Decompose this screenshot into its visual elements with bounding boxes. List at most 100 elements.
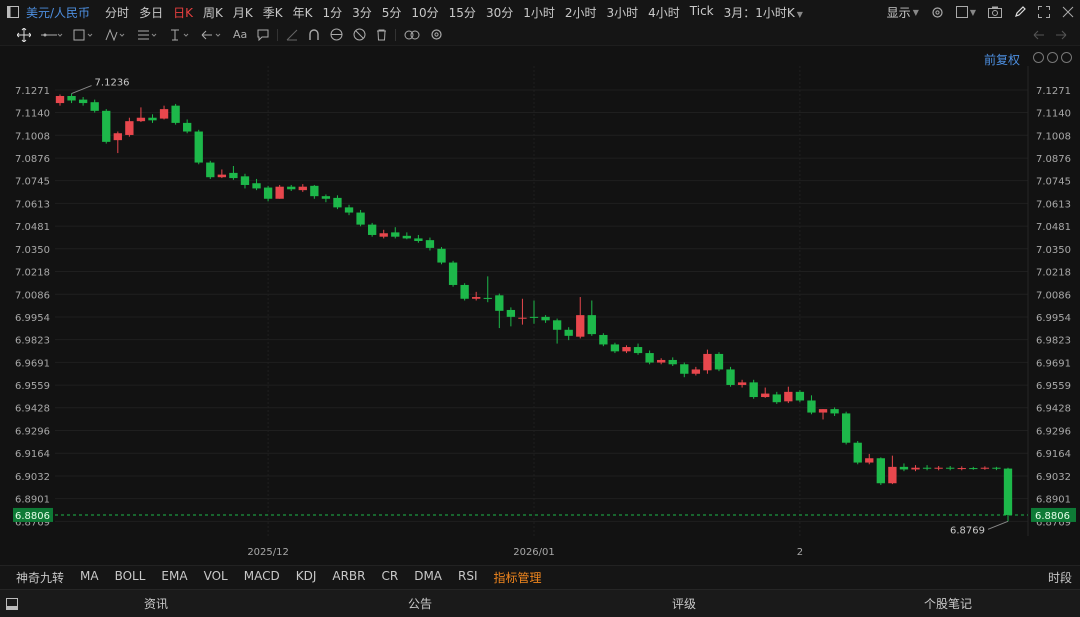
candle-body	[980, 467, 990, 469]
x-tick-label: 2026/01	[513, 547, 555, 558]
x-tick-label: 2025/12	[247, 547, 289, 558]
period-tab[interactable]: 30分	[481, 4, 518, 21]
chevron-down-icon: ▼	[969, 7, 976, 17]
y-tick-label-right: 7.0218	[1036, 268, 1071, 279]
y-tick-label-right: 7.0086	[1036, 290, 1071, 301]
comment-icon[interactable]	[252, 29, 274, 41]
candle-body	[529, 316, 539, 318]
adjust-mode-button[interactable]: 前复权	[984, 51, 1020, 68]
period-select-label: 3月：1小时K	[723, 5, 795, 20]
rect-tool-icon[interactable]	[68, 29, 100, 41]
pitchfork-tool-icon[interactable]	[164, 29, 196, 41]
reset-icon[interactable]	[1033, 52, 1044, 63]
bottom-tab[interactable]: 公告	[288, 595, 552, 612]
indicator-item[interactable]: DMA	[406, 569, 450, 586]
indicator-item[interactable]: EMA	[153, 569, 195, 586]
display-menu[interactable]: 显示 ▼	[881, 4, 925, 21]
indicator-item[interactable]: VOL	[196, 569, 236, 586]
fullscreen-icon[interactable]	[1032, 6, 1056, 18]
candle-body	[472, 297, 481, 299]
candle-body	[668, 359, 677, 365]
panel-toggle-icon[interactable]	[0, 597, 24, 610]
period-tab[interactable]: 季K	[258, 4, 288, 21]
indicator-item[interactable]: KDJ	[288, 569, 325, 586]
period-tab[interactable]: 2小时	[560, 4, 602, 21]
link-icon[interactable]	[399, 30, 425, 40]
candle-body	[206, 162, 215, 178]
candle-body	[818, 409, 828, 413]
symbol-title[interactable]: 美元/人民币	[26, 4, 90, 21]
y-tick-label-right: 6.8901	[1036, 495, 1071, 506]
y-tick-label-left: 7.1140	[15, 109, 50, 120]
zoom-out-icon[interactable]	[1047, 52, 1058, 63]
candle-body	[737, 382, 747, 385]
indicator-item[interactable]: MACD	[236, 569, 288, 586]
ruler-icon[interactable]	[281, 29, 303, 41]
y-tick-label-right: 6.9691	[1036, 358, 1071, 369]
indicator-item[interactable]: 神奇九转	[0, 569, 72, 586]
candle-body	[344, 207, 354, 213]
period-select[interactable]: 3月：1小时K ▼	[719, 4, 808, 21]
indicator-item[interactable]: MA	[72, 569, 107, 586]
period-tab[interactable]: 分时	[100, 4, 134, 21]
period-tab[interactable]: 多日	[134, 4, 168, 21]
bottom-tab[interactable]: 资讯	[24, 595, 288, 612]
last-price-label-right: 6.8806	[1035, 511, 1070, 522]
candle-body	[240, 176, 250, 185]
bottom-tab[interactable]: 个股笔记	[816, 595, 1080, 612]
y-tick-label-right: 6.9823	[1036, 336, 1071, 347]
arrow-left-icon[interactable]	[1028, 30, 1050, 40]
expand-icon[interactable]	[1056, 6, 1080, 18]
period-tab[interactable]: 3分	[347, 4, 377, 21]
period-tab[interactable]: 10分	[406, 4, 443, 21]
top-toolbar: 美元/人民币 分时 多日 日K 周K 月K 季K 年K 1分 3分 5分 10分 15分 30分 1小时 2…	[0, 0, 1080, 24]
hide-icon[interactable]	[348, 28, 371, 41]
arrow-tool-icon[interactable]	[196, 29, 228, 41]
period-tab[interactable]: 4小时	[643, 4, 685, 21]
candle-body	[298, 186, 307, 191]
period-tab[interactable]: 3小时	[602, 4, 644, 21]
settings-icon[interactable]	[925, 6, 950, 19]
layout-icon[interactable]: ▼	[950, 6, 982, 18]
text-tool-icon[interactable]: Aa	[228, 28, 252, 41]
indicator-item[interactable]: BOLL	[107, 569, 154, 586]
magnet-icon[interactable]	[303, 28, 325, 41]
divider	[395, 28, 397, 41]
timeframe-button[interactable]: 时段	[1048, 569, 1072, 586]
period-tab[interactable]: 5分	[377, 4, 407, 21]
arrow-right-icon[interactable]	[1050, 30, 1072, 40]
candle-body	[853, 442, 862, 463]
candle-body	[911, 467, 920, 470]
y-tick-label-right: 7.1140	[1036, 109, 1071, 120]
period-tab[interactable]: 周K	[198, 4, 228, 21]
candle-body	[67, 96, 76, 101]
period-tab[interactable]: 月K	[228, 4, 258, 21]
zoom-in-icon[interactable]	[1061, 52, 1072, 63]
line-tool-icon[interactable]	[36, 30, 68, 40]
y-tick-label-left: 7.0745	[15, 177, 50, 188]
period-tab[interactable]: 15分	[444, 4, 481, 21]
fibonacci-tool-icon[interactable]	[132, 29, 164, 41]
kline-chart[interactable]: 前复权 7.1271 7.1271 7.1140 7.1140 7.1008 7.1008…	[0, 46, 1080, 565]
candle-body	[252, 183, 261, 189]
move-icon[interactable]	[12, 27, 36, 42]
indicator-item[interactable]: RSI	[450, 569, 486, 586]
period-tab[interactable]: 1小时	[518, 4, 560, 21]
period-tab[interactable]: 1分	[317, 4, 347, 21]
bottom-tab[interactable]: 评级	[552, 595, 816, 612]
pen-icon[interactable]	[1008, 6, 1032, 18]
lock-icon[interactable]	[325, 28, 348, 41]
indicator-manage-button[interactable]: 指标管理	[486, 569, 550, 586]
y-tick-label-right: 6.9296	[1036, 426, 1071, 437]
period-tab[interactable]: Tick	[685, 4, 719, 21]
indicator-item[interactable]: CR	[373, 569, 406, 586]
gear-icon[interactable]	[425, 28, 448, 41]
trash-icon[interactable]	[371, 29, 392, 41]
window-icon[interactable]	[6, 5, 20, 19]
period-tab[interactable]: 年K	[288, 4, 318, 21]
pattern-tool-icon[interactable]	[100, 28, 132, 41]
indicator-item[interactable]: ARBR	[324, 569, 373, 586]
period-tab[interactable]: 日K	[168, 4, 198, 21]
camera-icon[interactable]	[982, 6, 1008, 18]
candle-body	[946, 467, 955, 469]
